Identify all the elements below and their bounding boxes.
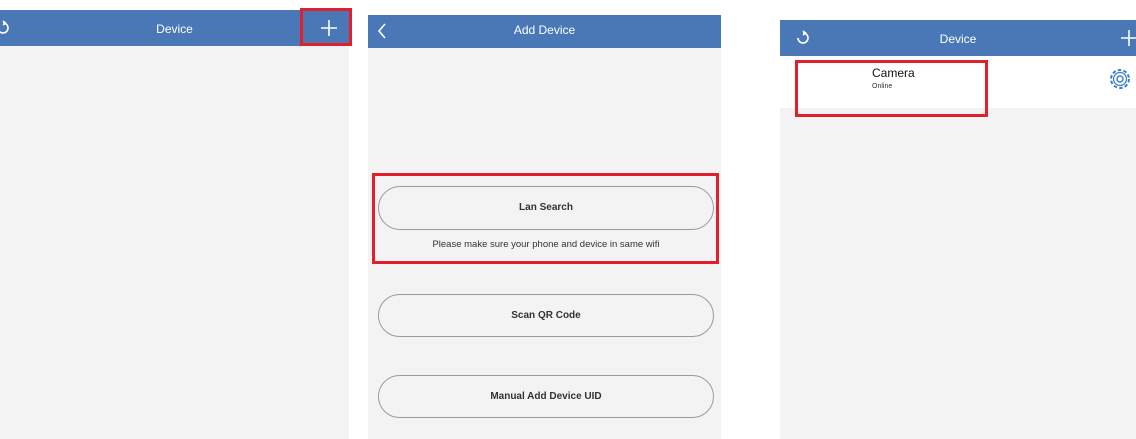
page-title: Add Device — [513, 23, 576, 37]
scan-qr-label: Scan QR Code — [511, 310, 581, 321]
device-header: Device — [780, 20, 1136, 56]
page-title: Device — [156, 22, 193, 36]
plus-icon[interactable] — [1120, 29, 1136, 47]
highlight-add-button — [300, 8, 352, 46]
tutorial-canvas: Device Add Device Lan Search Please make… — [0, 0, 1136, 439]
gear-icon[interactable] — [1106, 65, 1134, 93]
device-screen-empty: Device — [0, 10, 349, 439]
add-device-header: Add Device — [368, 15, 721, 48]
highlight-lan-search — [372, 173, 719, 264]
manual-uid-label: Manual Add Device UID — [490, 391, 602, 402]
scan-qr-button[interactable]: Scan QR Code — [378, 294, 714, 337]
highlight-camera-device — [795, 60, 988, 117]
page-title: Device — [939, 32, 977, 46]
device-header: Device — [0, 10, 349, 46]
manual-uid-button[interactable]: Manual Add Device UID — [378, 375, 714, 418]
